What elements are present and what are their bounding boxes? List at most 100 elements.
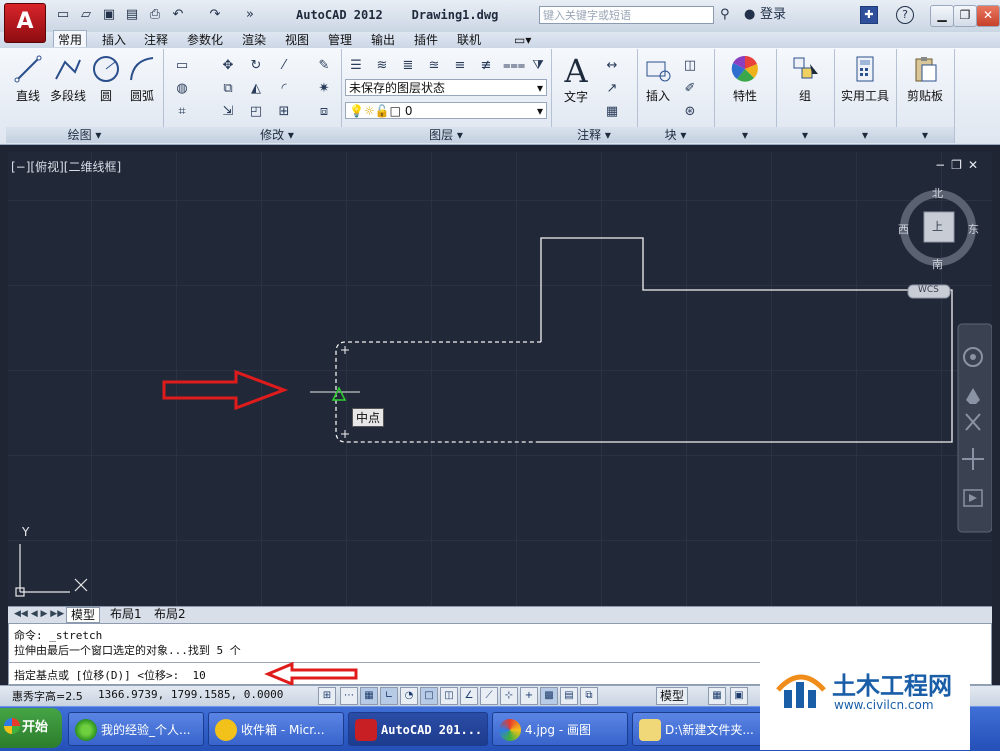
tab-online[interactable]: 联机 [453,32,485,48]
modify-panel-title[interactable]: 修改 ▾ [213,127,341,143]
taskbar-item-autocad[interactable]: AutoCAD 201... [348,712,488,746]
minimize-button[interactable]: ▁ [930,5,954,27]
arc-button[interactable]: 圆弧 [124,54,160,104]
layer-isolate-icon[interactable]: ≣ [398,56,418,76]
annotation-panel-title[interactable]: 注释 ▾ [551,127,637,143]
ortho-mode-toggle[interactable]: ∟ [380,687,398,705]
new-file-icon[interactable]: ▭ [55,7,71,23]
create-block-icon[interactable]: ◫ [680,56,700,76]
tab-layout1[interactable]: 布局1 [106,607,146,621]
circle-button[interactable]: 圆 [90,54,122,104]
layer-off-icon[interactable]: ≢ [476,56,496,76]
tab-view[interactable]: 视图 [281,32,313,48]
mirror-icon[interactable]: ◭ [246,79,266,99]
application-menu-button[interactable]: A [4,3,46,43]
rectangle-icon[interactable]: ▭ [172,56,192,76]
layer-properties-icon[interactable]: ☰ [346,56,366,76]
draw-panel-more[interactable] [163,127,213,143]
trim-icon[interactable]: ⁄ [274,56,294,76]
tab-parametric[interactable]: 参数化 [183,32,227,48]
properties-button[interactable]: 特性 [716,54,774,104]
clipboard-panel-dropdown[interactable]: ▾ [896,127,954,143]
table-icon[interactable]: ▦ [602,102,622,122]
undo-icon[interactable]: ↶ [170,7,186,23]
save-as-icon[interactable]: ▤ [124,7,140,23]
move-icon[interactable]: ✥ [218,56,238,76]
3d-object-snap-toggle[interactable]: ◫ [440,687,458,705]
utilities-panel-dropdown[interactable]: ▾ [834,127,896,143]
compass-south[interactable]: 南 [932,256,943,272]
dynamic-input-toggle[interactable]: ⊹ [500,687,518,705]
login-button[interactable]: 登录 [760,6,786,24]
help-button[interactable]: ? [896,6,914,24]
stretch-icon[interactable]: ⇲ [218,102,238,122]
object-snap-tracking-toggle[interactable]: ∠ [460,687,478,705]
taskbar-item-paint[interactable]: 4.jpg - 画图 [492,712,628,746]
wcs-menu[interactable]: WCS [918,285,939,295]
coordinate-readout[interactable]: 1366.9739, 1799.1585, 0.0000 [98,688,283,701]
layer-unisolate-icon[interactable]: ≊ [424,56,444,76]
model-space-button[interactable]: 模型 [656,687,689,705]
save-icon[interactable]: ▣ [101,7,117,23]
print-icon[interactable]: ⎙ [147,7,163,23]
layer-state-dropdown[interactable]: 未保存的图层状态 ▾ [345,79,547,96]
compass-west[interactable]: 西 [898,221,909,237]
text-button[interactable]: A 文字 [558,54,594,105]
explode-icon[interactable]: ✷ [314,79,334,99]
fillet-icon[interactable]: ◜ [274,79,294,99]
search-input[interactable]: 键入关键字或短语 [539,6,714,24]
layer-match-icon[interactable]: ⧩ [528,56,548,76]
exchange-icon[interactable]: ✚ [860,6,878,24]
tab-manage[interactable]: 管理 [324,32,356,48]
erase-icon[interactable]: ✎ [314,56,334,76]
line-button[interactable]: 直线 [10,54,46,104]
layer-panel-title[interactable]: 图层 ▾ [341,127,551,143]
object-snap-toggle[interactable]: □ [420,687,438,705]
draw-panel-title[interactable]: 绘图 ▾ [6,127,163,143]
transparency-toggle[interactable]: ▩ [540,687,558,705]
close-button[interactable]: ✕ [976,5,1000,27]
polar-tracking-toggle[interactable]: ◔ [400,687,418,705]
properties-panel-dropdown[interactable]: ▾ [714,127,776,143]
viewcube-top-face[interactable]: 上 [932,218,943,234]
quick-access-more-icon[interactable]: » [242,7,258,23]
layer-state-icon[interactable]: ≋ [372,56,392,76]
tab-layout2[interactable]: 布局2 [150,607,190,621]
tab-insert[interactable]: 插入 [98,32,130,48]
tab-output[interactable]: 输出 [367,32,399,48]
quick-view-layouts-icon[interactable]: ▦ [708,687,726,705]
taskbar-item-folder[interactable]: D:\新建文件夹... [632,712,768,746]
layer-freeze-icon[interactable]: ≡ [450,56,470,76]
clipboard-button[interactable]: 剪贴板 [896,54,954,104]
infer-constraints-toggle[interactable]: ⊞ [318,687,336,705]
quick-properties-toggle[interactable]: ▤ [560,687,578,705]
quick-view-drawings-icon[interactable]: ▣ [730,687,748,705]
offset-icon[interactable]: ⧈ [314,102,334,122]
workspace-toggle-icon[interactable]: ▭▾ [510,32,535,48]
rotate-icon[interactable]: ↻ [246,56,266,76]
compass-east[interactable]: 东 [968,221,979,237]
tab-render[interactable]: 渲染 [238,32,270,48]
restore-button[interactable]: ❐ [953,5,977,27]
dynamic-ucs-toggle[interactable]: ⟋ [480,687,498,705]
open-file-icon[interactable]: ▱ [78,7,94,23]
attribute-icon[interactable]: ⊛ [680,102,700,122]
boundary-icon[interactable]: ⌗ [172,102,192,122]
tab-plugins[interactable]: 插件 [410,32,442,48]
snap-mode-toggle[interactable]: ⋯ [340,687,358,705]
copy-icon[interactable]: ⧉ [218,79,238,99]
scale-icon[interactable]: ◰ [246,102,266,122]
tab-annotate[interactable]: 注释 [140,32,172,48]
block-panel-title[interactable]: 块 ▾ [637,127,714,143]
dimension-icon[interactable]: ↔ [602,56,622,76]
selection-cycling-toggle[interactable]: ⧉ [580,687,598,705]
polyline-button[interactable]: 多段线 [46,54,90,104]
binoculars-icon[interactable]: ⚲ [720,6,730,24]
layer-dropdown[interactable]: 💡☼🔓□ 0 ▾ [345,102,547,119]
tab-home[interactable]: 常用 [53,30,88,47]
lineweight-toggle[interactable]: + [520,687,538,705]
command-prompt-input[interactable]: 指定基点或 [位移(D)] <位移>: 10 [14,667,206,683]
taskbar-item-browser[interactable]: 我的经验_个人... [68,712,204,746]
layout-nav-arrows[interactable]: ◀◀ ◀ ▶ ▶▶ [10,607,68,621]
redo-icon[interactable]: ↷ [207,7,223,23]
